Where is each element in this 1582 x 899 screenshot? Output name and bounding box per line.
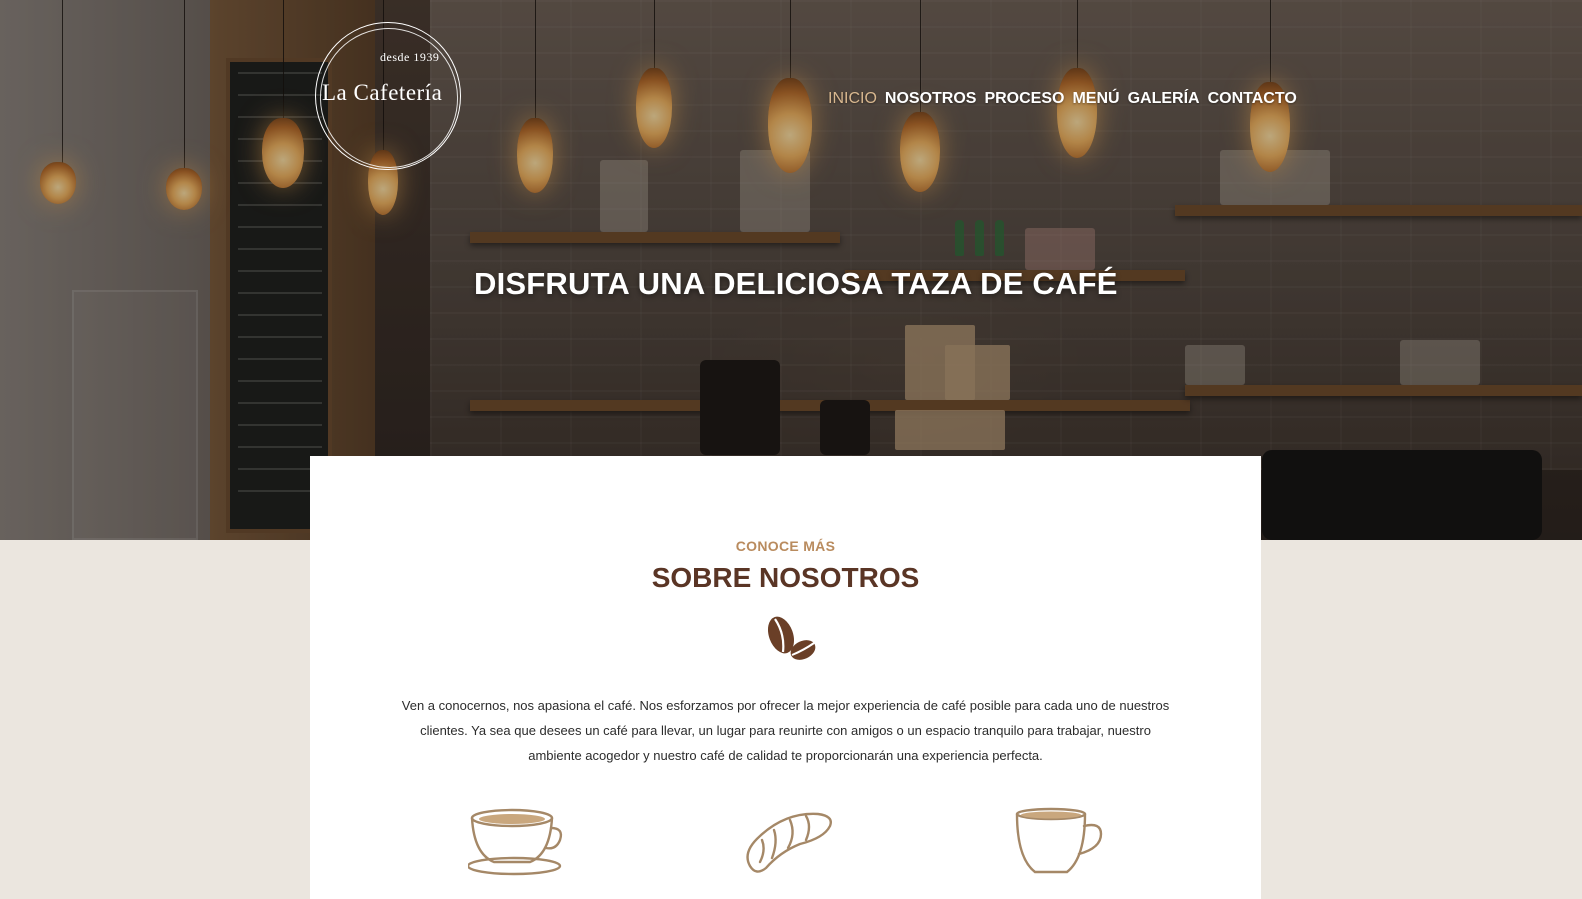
about-section: CONOCE MÁS SOBRE NOSOTROS Ven a conocern…	[310, 456, 1261, 899]
hero-title: DISFRUTA UNA DELICIOSA TAZA DE CAFÉ	[474, 266, 1118, 301]
about-text: Ven a conocernos, nos apasiona el café. …	[401, 698, 1170, 763]
nav-link-proceso[interactable]: PROCESO	[984, 90, 1064, 108]
croissant-icon	[746, 812, 832, 873]
coffee-mug-icon	[1015, 807, 1103, 874]
section-eyebrow: CONOCE MÁS	[735, 538, 836, 554]
logo-name: La Cafetería	[322, 80, 443, 105]
main-navigation: INICIO NOSOTROS PROCESO MENÚ GALERÍA CON…	[828, 90, 1297, 108]
logo-since: desde 1939	[380, 50, 440, 64]
section-title: SOBRE NOSOTROS	[651, 562, 920, 593]
nav-link-galeria[interactable]: GALERÍA	[1128, 90, 1200, 108]
nav-link-contacto[interactable]: CONTACTO	[1208, 90, 1297, 108]
nav-link-menu[interactable]: MENÚ	[1072, 90, 1119, 108]
coffee-cup-saucer-icon	[468, 808, 563, 876]
nav-link-nosotros[interactable]: NOSOTROS	[885, 90, 977, 108]
coffee-beans-icon	[767, 616, 816, 660]
nav-link-inicio[interactable]: INICIO	[828, 90, 877, 108]
